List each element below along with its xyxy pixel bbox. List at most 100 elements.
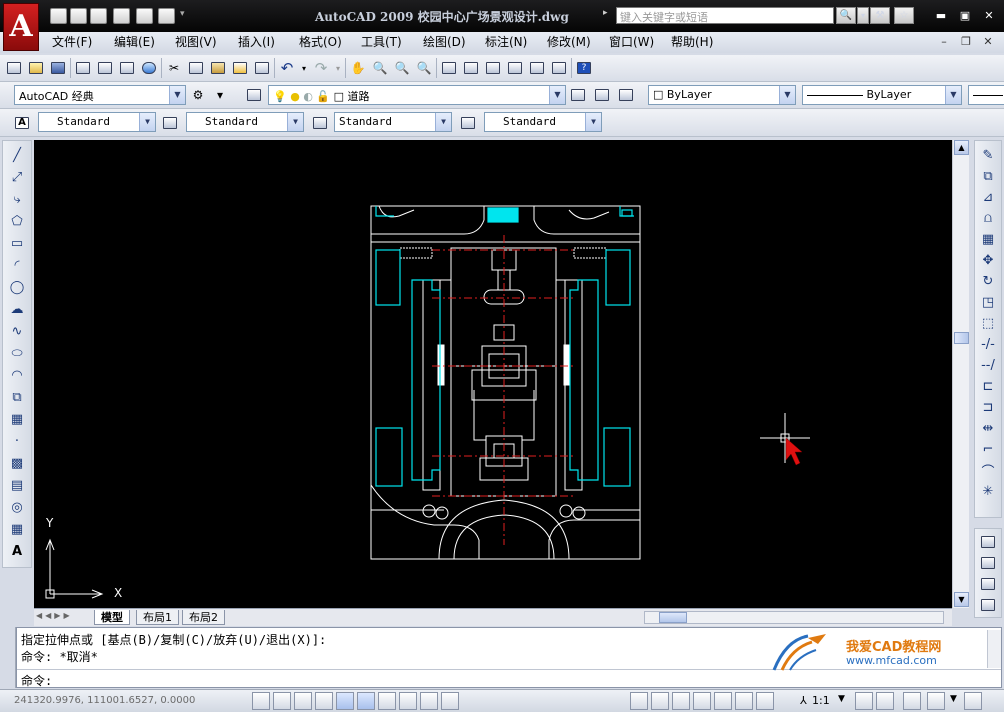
properties-icon[interactable] [439,58,459,78]
undo-dropdown-icon[interactable]: ▾ [299,58,309,78]
annotation-scale[interactable]: 1:1 [812,694,830,707]
dynamic-input-icon[interactable] [399,692,417,710]
vertical-scrollbar[interactable]: ▲ ▼ [952,140,969,608]
model-space-icon[interactable] [630,692,648,710]
application-menu-button[interactable]: A [3,3,39,51]
chevron-down-icon[interactable]: ▼ [585,113,601,131]
quick-properties-icon[interactable] [441,692,459,710]
undo-icon[interactable]: ↶ [277,58,297,78]
multileader-style-icon[interactable] [458,113,478,133]
scale-icon[interactable]: ◳ [978,292,998,312]
cut-icon[interactable]: ✂ [164,58,184,78]
annotation-scale-dropdown-icon[interactable]: ▼ [838,694,845,704]
break-at-point-icon[interactable]: ⊏ [978,376,998,396]
spline-icon[interactable]: ∿ [7,321,27,341]
insert-block-icon[interactable]: ⧉ [7,387,27,407]
close-icon[interactable]: ✕ [978,7,1000,24]
explode-icon[interactable]: ✳ [978,481,998,501]
ellipse-arc-icon[interactable]: ◠ [7,365,27,385]
menu-window[interactable]: 窗口(W) [609,34,654,51]
layer-properties-icon[interactable] [244,85,264,105]
linetype-select[interactable]: ByLayer ▼ [802,85,962,105]
line-icon[interactable]: ╱ [7,145,27,165]
chevron-down-icon[interactable]: ▼ [435,113,451,131]
open-file-icon[interactable] [70,8,87,24]
polygon-icon[interactable]: ⬠ [7,211,27,231]
gradient-icon[interactable]: ▤ [7,475,27,495]
horizontal-scroll-thumb[interactable] [659,612,687,623]
plot-preview-icon[interactable] [95,58,115,78]
undo-icon[interactable] [136,8,153,24]
workspace-select[interactable]: AutoCAD 经典 ▼ [14,85,186,105]
arc-icon[interactable]: ◜ [7,255,27,275]
lock-toolbars-icon[interactable] [927,692,945,710]
move-icon[interactable]: ✥ [978,250,998,270]
menu-tools[interactable]: 工具(T) [361,34,402,51]
clean-screen-icon[interactable] [964,692,982,710]
trim-icon[interactable]: -/- [978,334,998,354]
steeringwheel-icon[interactable] [735,692,753,710]
favorites-star-icon[interactable]: ☆ [894,7,914,24]
status-menu-icon[interactable]: ▼ [950,694,957,704]
qnew-icon[interactable] [4,58,24,78]
multileader-style-select[interactable]: Standard ▼ [484,112,602,132]
multiline-text-icon[interactable]: A [7,541,27,561]
text-style-icon[interactable]: A [12,113,32,133]
new-file-icon[interactable] [50,8,67,24]
join-icon[interactable]: ⇹ [978,418,998,438]
doc-minimize-icon[interactable]: – [936,35,952,50]
zoom-status-icon[interactable] [714,692,732,710]
layer-previous-icon[interactable] [592,85,612,105]
chevron-down-icon[interactable]: ▼ [945,86,961,104]
drawing-area[interactable]: Y X [34,140,952,608]
extend-icon[interactable]: --/ [978,355,998,375]
minimize-icon[interactable]: ▬ [930,7,952,24]
erase-icon[interactable]: ✎ [978,145,998,165]
bring-to-front-icon[interactable] [978,532,998,552]
quick-view-icon[interactable] [672,692,690,710]
tab-model[interactable]: 模型 [94,610,130,625]
color-select[interactable]: □ ByLayer ▼ [648,85,796,105]
zoom-window-icon[interactable]: 🔍 [392,58,412,78]
layout-space-icon[interactable] [651,692,669,710]
search-icon[interactable]: 🔍 [836,7,856,24]
save-icon[interactable] [90,8,107,24]
object-snap-icon[interactable] [336,692,354,710]
chevron-down-icon[interactable]: ▼ [549,86,565,104]
table-style-icon[interactable] [310,113,330,133]
workspace-switching-icon[interactable] [903,692,921,710]
revision-cloud-icon[interactable]: ☁ [7,299,27,319]
chevron-down-icon[interactable]: ▼ [169,86,185,104]
3d-dwf-icon[interactable] [139,58,159,78]
open-icon[interactable] [26,58,46,78]
paste-icon[interactable] [208,58,228,78]
coordinate-readout[interactable]: 241320.9976, 111001.6527, 0.0000 [14,695,195,706]
workspace-dropdown-icon[interactable]: ▾ [210,85,230,105]
horizontal-scrollbar[interactable] [644,611,944,624]
menu-file[interactable]: 文件(F) [52,34,92,51]
markup-icon[interactable] [527,58,547,78]
table-style-select[interactable]: Standard ▼ [334,112,452,132]
menu-view[interactable]: 视图(V) [175,34,217,51]
send-under-icon[interactable] [978,595,998,615]
communication-center-icon[interactable]: ⚒ [870,7,890,24]
chevron-down-icon[interactable]: ▼ [139,113,155,131]
command-scrollbar[interactable] [987,630,1001,668]
polar-tracking-icon[interactable] [315,692,333,710]
command-window-grip[interactable] [2,627,16,688]
table-icon[interactable]: ▦ [7,519,27,539]
dimension-style-icon[interactable] [160,113,180,133]
lineweight-icon[interactable] [420,692,438,710]
ellipse-icon[interactable]: ⬭ [7,343,27,363]
command-prompt[interactable]: 命令: [21,672,52,689]
design-center-icon[interactable] [461,58,481,78]
region-icon[interactable]: ◎ [7,497,27,517]
menu-format[interactable]: 格式(O) [299,34,342,51]
copy-icon[interactable] [186,58,206,78]
plot-icon[interactable] [73,58,93,78]
rotate-icon[interactable]: ↻ [978,271,998,291]
lineweight-select[interactable] [968,85,1004,105]
pan-status-icon[interactable] [693,692,711,710]
hatch-icon[interactable]: ▩ [7,453,27,473]
tab-layout2[interactable]: 布局2 [182,610,225,625]
